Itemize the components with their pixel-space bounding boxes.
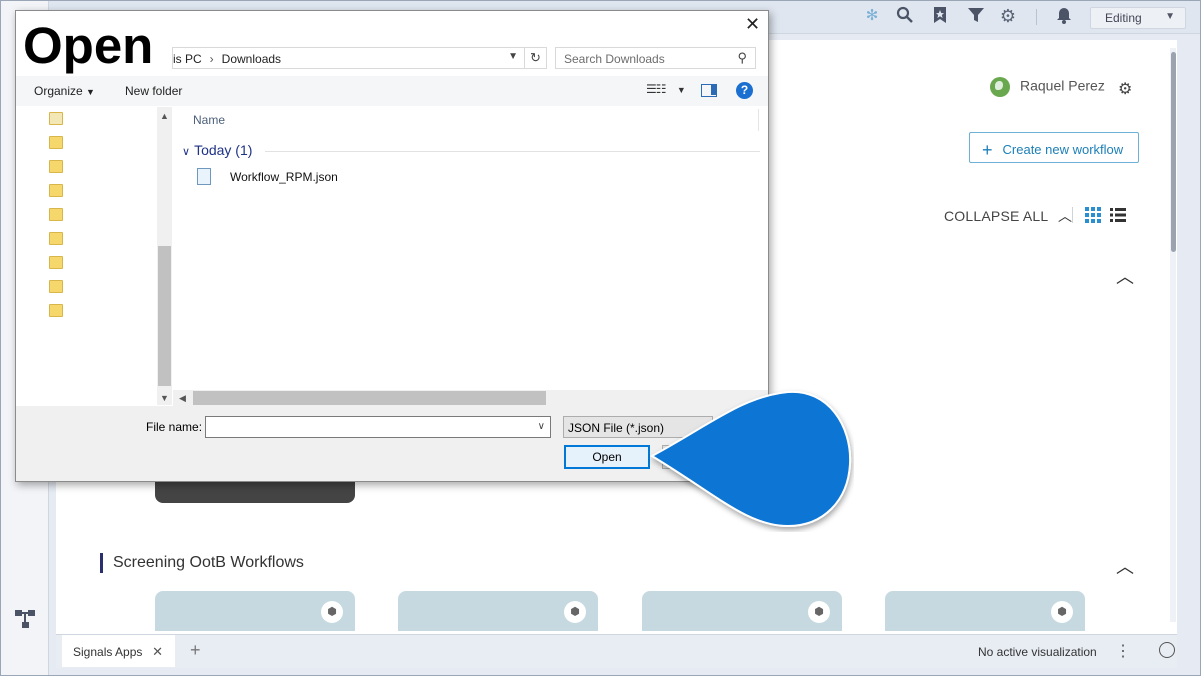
column-header-name[interactable]: Name bbox=[193, 113, 225, 127]
filter-icon[interactable] bbox=[966, 6, 986, 26]
nav-scrollbar-thumb[interactable] bbox=[158, 246, 171, 386]
create-workflow-label: Create new workflow bbox=[1002, 142, 1124, 157]
folder-icon[interactable] bbox=[49, 256, 63, 269]
file-item[interactable]: Workflow_RPM.json bbox=[230, 170, 338, 184]
folder-icon[interactable] bbox=[49, 232, 63, 245]
section-collapse-chevron-icon[interactable]: ︿ bbox=[1116, 553, 1134, 579]
group-label: Today (1) bbox=[194, 142, 253, 158]
tab-label: Signals Apps bbox=[73, 645, 143, 659]
section-collapse-chevron-icon[interactable]: ︿ bbox=[1116, 263, 1134, 289]
search-icon: ⚲ bbox=[737, 50, 747, 65]
cube-icon: ⬢ bbox=[564, 601, 586, 623]
scroll-up-arrow-icon[interactable]: ▲ bbox=[160, 111, 169, 121]
workflow-card[interactable]: ⬢ bbox=[398, 591, 598, 631]
cube-icon: ⬢ bbox=[1051, 601, 1073, 623]
section-title: Screening OotB Workflows bbox=[113, 554, 304, 571]
user-settings-gear-icon[interactable]: ⚙ bbox=[1118, 79, 1132, 99]
folder-icon[interactable] bbox=[49, 160, 63, 173]
breadcrumb-this-pc[interactable]: is PC bbox=[173, 52, 202, 66]
folder-icon[interactable] bbox=[49, 136, 63, 149]
details-view-icon: ☰☷ bbox=[646, 82, 666, 96]
address-dropdown-icon[interactable]: ▼ bbox=[508, 51, 518, 62]
tab-signals-apps[interactable]: Signals Apps ✕ bbox=[62, 635, 175, 667]
close-tab-icon[interactable]: ✕ bbox=[152, 644, 163, 660]
folder-icon[interactable] bbox=[49, 184, 63, 197]
preview-pane-icon[interactable] bbox=[701, 84, 717, 97]
gear-icon[interactable]: ⚙ bbox=[998, 6, 1018, 26]
json-file-icon[interactable] bbox=[197, 168, 211, 185]
add-tab-icon[interactable]: + bbox=[190, 640, 201, 661]
workflow-card[interactable]: ⬢ bbox=[885, 591, 1085, 631]
organize-menu[interactable]: Organize ▼ bbox=[34, 84, 95, 98]
address-bar[interactable]: is PC › Downloads ▼ ↻ bbox=[172, 47, 547, 69]
user-profile[interactable]: Raquel Perez bbox=[990, 77, 1105, 99]
chevron-down-icon: ▼ bbox=[86, 87, 95, 97]
search-icon[interactable] bbox=[895, 6, 915, 26]
workflow-icon[interactable] bbox=[14, 608, 36, 630]
open-button[interactable]: Open bbox=[564, 445, 650, 469]
collapse-all-button[interactable]: COLLAPSE ALL ︿ bbox=[944, 206, 1072, 226]
folder-icon[interactable] bbox=[49, 304, 63, 317]
refresh-icon[interactable]: ↻ bbox=[524, 48, 546, 68]
group-header-today[interactable]: ∨ Today (1) bbox=[182, 142, 252, 158]
breadcrumb-separator-icon: › bbox=[209, 52, 214, 66]
group-divider bbox=[265, 151, 760, 152]
list-view-icon[interactable] bbox=[1110, 207, 1126, 223]
workflow-card[interactable]: ⬢ bbox=[155, 591, 355, 631]
scroll-left-arrow-icon[interactable]: ◀ bbox=[179, 393, 186, 404]
column-divider[interactable] bbox=[758, 109, 759, 131]
network-folder-icon[interactable] bbox=[49, 112, 63, 125]
dialog-title: Open bbox=[23, 17, 154, 74]
folder-icon[interactable] bbox=[49, 208, 63, 221]
bookmark-star-icon[interactable] bbox=[930, 6, 950, 26]
search-placeholder: Search Downloads bbox=[564, 52, 665, 66]
chevron-down-icon[interactable]: ∨ bbox=[538, 421, 545, 432]
folder-icon[interactable] bbox=[49, 280, 63, 293]
globe-icon[interactable] bbox=[1159, 642, 1175, 658]
user-globe-icon bbox=[990, 77, 1010, 97]
settings-dots-icon[interactable]: ✻ bbox=[862, 6, 882, 26]
change-view-menu[interactable]: ☰☷ ▼ bbox=[646, 82, 686, 96]
section-marker bbox=[100, 553, 103, 573]
chevron-down-icon: ▼ bbox=[1165, 11, 1175, 22]
grid-view-icon[interactable] bbox=[1085, 207, 1101, 223]
mode-select[interactable]: Editing ▼ bbox=[1090, 7, 1186, 29]
create-new-workflow-button[interactable]: + Create new workflow bbox=[969, 132, 1139, 163]
plus-icon: + bbox=[982, 140, 993, 160]
breadcrumb-downloads[interactable]: Downloads bbox=[222, 52, 281, 66]
file-name-label: File name: bbox=[146, 420, 203, 434]
organize-label: Organize bbox=[34, 84, 83, 98]
search-downloads-input[interactable]: Search Downloads ⚲ bbox=[555, 47, 756, 69]
collapse-all-label: COLLAPSE ALL bbox=[944, 208, 1048, 224]
main-scrollbar-thumb[interactable] bbox=[1171, 52, 1176, 252]
cube-icon: ⬢ bbox=[321, 601, 343, 623]
workflow-card-footer[interactable] bbox=[155, 482, 355, 503]
user-name: Raquel Perez bbox=[1020, 77, 1105, 94]
chevron-down-icon: ∨ bbox=[182, 146, 191, 158]
more-options-icon[interactable]: ⋮ bbox=[1115, 641, 1131, 661]
callout-shape bbox=[649, 390, 852, 528]
toolbar-divider bbox=[1036, 9, 1037, 25]
cube-icon: ⬢ bbox=[808, 601, 830, 623]
chevron-down-icon: ▼ bbox=[676, 85, 686, 95]
scroll-down-arrow-icon[interactable]: ▼ bbox=[160, 393, 169, 403]
chevron-up-icon: ︿ bbox=[1057, 208, 1073, 224]
workflow-card[interactable]: ⬢ bbox=[642, 591, 842, 631]
new-folder-button[interactable]: New folder bbox=[125, 84, 182, 98]
close-icon[interactable]: ✕ bbox=[745, 14, 760, 35]
callout-pointer bbox=[649, 390, 852, 528]
horizontal-scrollbar-thumb[interactable] bbox=[193, 391, 546, 405]
view-divider bbox=[1072, 207, 1073, 223]
bell-icon[interactable] bbox=[1054, 6, 1074, 26]
visualization-status: No active visualization bbox=[978, 645, 1097, 659]
file-name-input[interactable]: ∨ bbox=[205, 416, 551, 438]
help-icon[interactable]: ? bbox=[736, 82, 753, 99]
mode-select-value: Editing bbox=[1105, 11, 1142, 25]
